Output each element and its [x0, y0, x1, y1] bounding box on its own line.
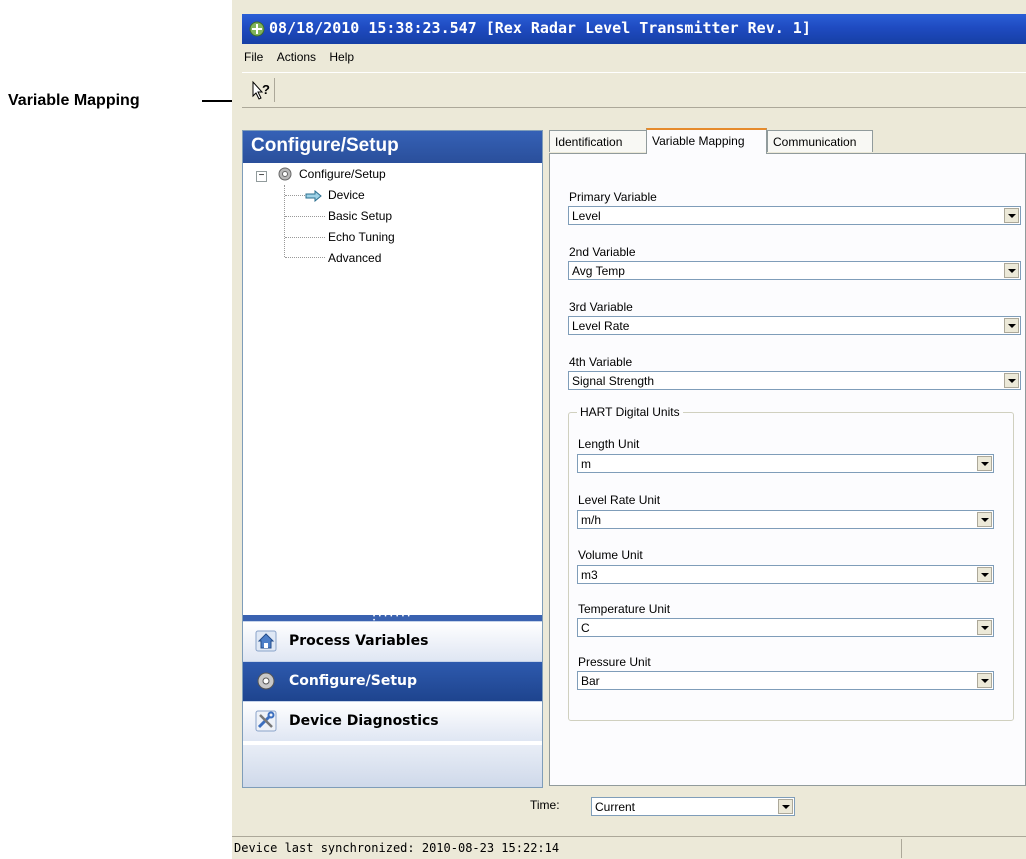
time-bar: Time: Current [530, 792, 1026, 828]
temperature-unit-label: Temperature Unit [578, 602, 671, 616]
dropdown-arrow-icon[interactable] [1004, 373, 1019, 388]
dropdown-arrow-icon[interactable] [977, 512, 992, 527]
select-value: m/h [581, 513, 602, 527]
dropdown-arrow-icon[interactable] [1004, 318, 1019, 333]
callout-label: Variable Mapping [8, 92, 140, 109]
length-unit-label: Length Unit [578, 437, 640, 451]
dropdown-arrow-icon[interactable] [1004, 208, 1019, 223]
menu-file[interactable]: File [242, 46, 267, 64]
nav-process-variables[interactable]: Process Variables [243, 621, 542, 661]
app-window: 08/18/2010 15:38:23.547 [Rex Radar Level… [232, 0, 1026, 859]
select-value: Current [595, 800, 636, 814]
dropdown-arrow-icon[interactable] [977, 567, 992, 582]
select-value: Avg Temp [572, 264, 625, 278]
whats-this-help-button[interactable]: ? [248, 78, 275, 102]
select-value: Level [572, 209, 601, 223]
nav-label: Process Variables [289, 633, 429, 649]
primary-variable-select[interactable]: Level [568, 206, 1021, 225]
menu-bar: File Actions Help [242, 46, 1026, 70]
title-bar: 08/18/2010 15:38:23.547 [Rex Radar Level… [242, 14, 1026, 44]
time-select[interactable]: Current [591, 797, 795, 816]
select-value: Level Rate [572, 319, 630, 333]
third-variable-select[interactable]: Level Rate [568, 316, 1021, 335]
tree-item-label: Basic Setup [328, 209, 393, 223]
dropdown-arrow-icon[interactable] [977, 620, 992, 635]
second-variable-label: 2nd Variable [569, 245, 636, 259]
fourth-variable-select[interactable]: Signal Strength [568, 371, 1021, 390]
pane-header: Configure/Setup [243, 131, 542, 163]
level-rate-unit-select[interactable]: m/h [577, 510, 994, 529]
tab-variable-mapping[interactable]: Variable Mapping [646, 128, 767, 154]
select-value: C [581, 621, 590, 635]
group-title: HART Digital Units [577, 405, 683, 419]
svg-text:?: ? [262, 82, 270, 97]
length-unit-select[interactable]: m [577, 454, 994, 473]
home-icon [255, 630, 277, 652]
menu-help[interactable]: Help [327, 46, 358, 64]
select-value: m [581, 457, 591, 471]
toolbar: ? [242, 72, 1026, 108]
tree-root-label: Configure/Setup [299, 167, 386, 181]
dropdown-arrow-icon[interactable] [1004, 263, 1019, 278]
fourth-variable-label: 4th Variable [569, 355, 633, 369]
status-divider [900, 839, 902, 858]
pressure-unit-label: Pressure Unit [578, 655, 651, 669]
nav-label: Device Diagnostics [289, 713, 439, 729]
nav-label: Configure/Setup [289, 673, 417, 689]
status-bar: Device last synchronized: 2010-08-23 15:… [232, 836, 1026, 859]
app-icon [249, 21, 265, 37]
third-variable-label: 3rd Variable [569, 300, 633, 314]
nav-configure-setup[interactable]: Configure/Setup [243, 661, 542, 701]
collapse-toggle[interactable]: − [256, 171, 267, 182]
volume-unit-select[interactable]: m3 [577, 565, 994, 584]
content-pane: Identification Variable Mapping Communic… [549, 128, 1026, 786]
pressure-unit-select[interactable]: Bar [577, 671, 994, 690]
dropdown-arrow-icon[interactable] [977, 673, 992, 688]
time-label: Time: [530, 798, 560, 812]
variable-mapping-panel: Primary Variable Level 2nd Variable Avg … [549, 153, 1026, 786]
menu-actions[interactable]: Actions [275, 46, 320, 64]
hart-units-group: HART Digital Units Length Unit m Level R… [568, 405, 1014, 721]
select-value: m3 [581, 568, 598, 582]
tab-communication[interactable]: Communication [767, 130, 873, 152]
tree-item-label: Advanced [328, 251, 382, 265]
volume-unit-label: Volume Unit [578, 548, 643, 562]
navigation-pane: Configure/Setup − Configure/Setup Device [242, 130, 543, 788]
whats-this-help-icon: ? [252, 80, 270, 100]
second-variable-select[interactable]: Avg Temp [568, 261, 1021, 280]
primary-variable-label: Primary Variable [569, 190, 657, 204]
dropdown-arrow-icon[interactable] [778, 799, 793, 814]
select-value: Signal Strength [572, 374, 655, 388]
tree-item-label: Device [328, 188, 365, 202]
tab-identification[interactable]: Identification [549, 130, 647, 152]
pane-footer [243, 745, 542, 787]
dropdown-arrow-icon[interactable] [977, 456, 992, 471]
tree-item-label: Echo Tuning [328, 230, 395, 244]
arrow-right-icon [305, 190, 322, 202]
tools-icon [255, 710, 277, 732]
window-title: 08/18/2010 15:38:23.547 [Rex Radar Level… [269, 19, 811, 37]
level-rate-unit-label: Level Rate Unit [578, 493, 661, 507]
gear-icon [278, 167, 292, 181]
nav-device-diagnostics[interactable]: Device Diagnostics [243, 701, 542, 741]
sync-status: Device last synchronized: 2010-08-23 15:… [234, 841, 560, 855]
select-value: Bar [581, 674, 600, 688]
temperature-unit-select[interactable]: C [577, 618, 994, 637]
gear-icon [257, 672, 275, 690]
